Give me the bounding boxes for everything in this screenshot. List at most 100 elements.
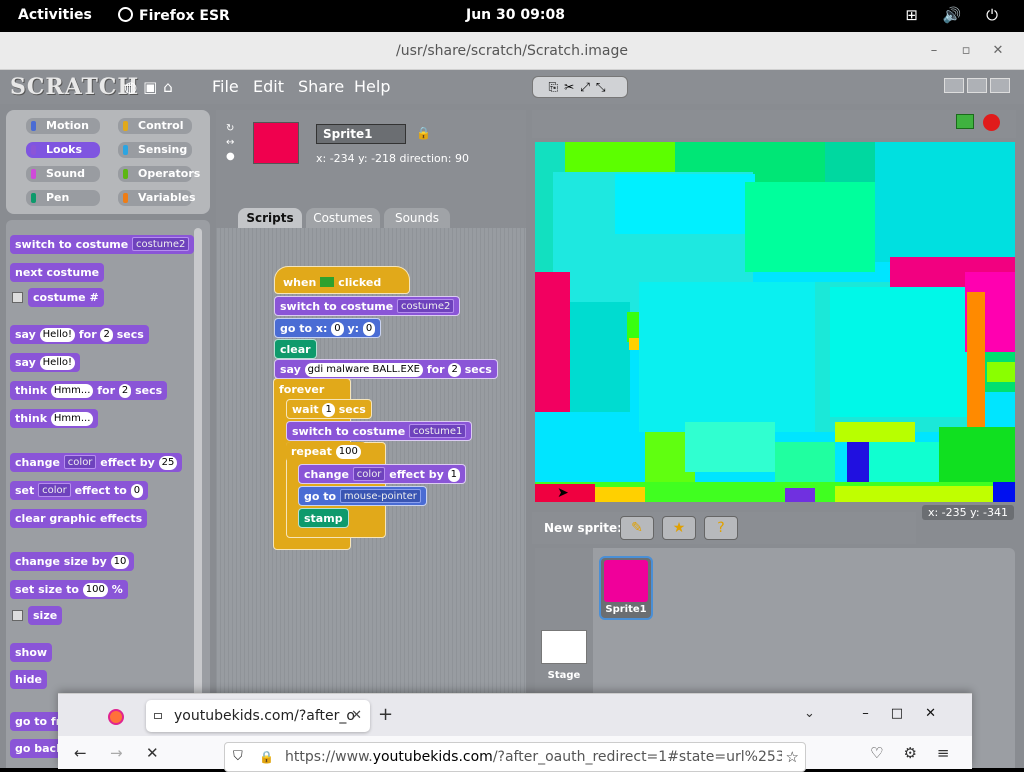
- duplicate-icon[interactable]: ⎘: [549, 80, 565, 94]
- switch-costume-block-2[interactable]: switch to costume costume1: [286, 421, 473, 441]
- save-icon[interactable]: ▣: [143, 78, 163, 96]
- say-for-block[interactable]: say gdi malware BALL.EXE for 2 secs: [274, 359, 498, 379]
- close-button[interactable]: ✕: [982, 32, 1014, 70]
- maximize-button[interactable]: ▫: [950, 32, 982, 70]
- category-sensing[interactable]: Sensing: [118, 142, 192, 158]
- number-slot[interactable]: 100: [335, 445, 361, 459]
- category-control[interactable]: Control: [118, 118, 192, 134]
- effect-dropdown[interactable]: color: [63, 455, 97, 469]
- wait-block[interactable]: wait 1 secs: [286, 399, 372, 419]
- tracking-shield-icon[interactable]: ⛉: [233, 743, 243, 771]
- random-sprite-button[interactable]: ?: [704, 516, 738, 540]
- category-looks[interactable]: Looks: [26, 142, 100, 158]
- browser-close-button[interactable]: ✕: [925, 706, 958, 721]
- block-say-for[interactable]: say Hello! for 2 secs: [10, 325, 149, 344]
- back-button[interactable]: ←: [74, 744, 87, 762]
- flip-icon[interactable]: ↔: [226, 136, 240, 150]
- category-operators[interactable]: Operators: [118, 166, 200, 182]
- lock-icon[interactable]: 🔒: [416, 126, 431, 140]
- text-slot[interactable]: Hello!: [39, 356, 76, 370]
- block-set-effect[interactable]: set color effect to 0: [10, 481, 149, 500]
- block-think[interactable]: think Hmm...: [10, 409, 99, 428]
- number-slot[interactable]: 2: [100, 328, 113, 342]
- text-slot[interactable]: Hmm...: [50, 412, 94, 426]
- number-slot[interactable]: 100: [82, 583, 108, 597]
- sprite-item[interactable]: Sprite1: [599, 556, 653, 620]
- grow-icon[interactable]: ⤢: [580, 80, 596, 94]
- stage-canvas[interactable]: [535, 142, 1015, 502]
- block-size[interactable]: size: [28, 606, 63, 625]
- globe-icon[interactable]: ◍: [124, 78, 143, 96]
- new-tab-button[interactable]: +: [378, 704, 393, 725]
- category-motion[interactable]: Motion: [26, 118, 100, 134]
- stop-button[interactable]: [983, 114, 1000, 131]
- pocket-icon[interactable]: ♡: [870, 744, 903, 762]
- text-slot[interactable]: gdi malware BALL.EXE: [304, 363, 423, 377]
- share-icon[interactable]: ⌂: [163, 78, 179, 96]
- block-switch-costume[interactable]: switch to costume costume2: [10, 235, 195, 254]
- stamp-block[interactable]: stamp: [298, 508, 349, 528]
- block-costume-number[interactable]: costume #: [28, 288, 104, 307]
- when-flag-clicked-block[interactable]: when clicked: [274, 266, 410, 294]
- palette-scrollbar[interactable]: [194, 228, 202, 768]
- choose-sprite-button[interactable]: ★: [662, 516, 696, 540]
- effect-dropdown[interactable]: color: [352, 467, 386, 481]
- block-hide[interactable]: hide: [10, 670, 47, 689]
- category-sound[interactable]: Sound: [26, 166, 100, 182]
- costume-dropdown[interactable]: costume2: [397, 299, 455, 313]
- lock-icon[interactable]: 🔒: [259, 743, 274, 771]
- green-flag-button[interactable]: [956, 114, 974, 129]
- tab-close-icon[interactable]: ✕: [351, 700, 362, 732]
- number-slot[interactable]: 1: [447, 468, 460, 482]
- menu-help[interactable]: Help: [354, 77, 390, 96]
- tab-sounds[interactable]: Sounds: [384, 208, 450, 228]
- tab-scripts[interactable]: Scripts: [238, 208, 302, 228]
- category-pen[interactable]: Pen: [26, 190, 100, 206]
- y-slot[interactable]: 0: [362, 322, 376, 336]
- change-effect-block[interactable]: change color effect by 1: [298, 464, 466, 484]
- script-area[interactable]: when clicked switch to costume costume2 g…: [216, 228, 526, 768]
- number-slot[interactable]: 10: [110, 555, 130, 569]
- small-stage-button[interactable]: [944, 78, 964, 93]
- costume-dropdown[interactable]: costume2: [132, 237, 190, 251]
- forward-button[interactable]: →: [110, 744, 123, 762]
- extensions-icon[interactable]: ⚙: [903, 744, 936, 762]
- clear-block[interactable]: clear: [274, 339, 317, 359]
- category-variables[interactable]: Variables: [118, 190, 196, 206]
- switch-costume-block[interactable]: switch to costume costume2: [274, 296, 461, 316]
- costume-number-checkbox[interactable]: [12, 292, 23, 303]
- go-to-block[interactable]: go to mouse-pointer: [298, 486, 427, 506]
- minimize-button[interactable]: –: [918, 32, 950, 70]
- tab-costumes[interactable]: Costumes: [306, 208, 380, 228]
- bookmark-star-icon[interactable]: ☆: [781, 743, 799, 771]
- clock[interactable]: Jun 30 09:08: [466, 7, 565, 23]
- browser-minimize-button[interactable]: –: [862, 706, 891, 721]
- x-slot[interactable]: 0: [331, 322, 344, 336]
- menu-icon[interactable]: ≡: [937, 744, 970, 762]
- app-menu[interactable]: Firefox ESR: [118, 7, 230, 24]
- block-show[interactable]: show: [10, 643, 53, 662]
- sprite-name-field[interactable]: Sprite1: [316, 124, 406, 144]
- costume-dropdown[interactable]: costume1: [409, 424, 467, 438]
- block-next-costume[interactable]: next costume: [10, 263, 105, 282]
- block-change-size[interactable]: change size by 10: [10, 552, 135, 571]
- normal-stage-button[interactable]: [967, 78, 987, 93]
- no-rotate-icon[interactable]: ●: [226, 150, 240, 164]
- size-checkbox[interactable]: [12, 610, 23, 621]
- block-clear-effects[interactable]: clear graphic effects: [10, 509, 148, 528]
- number-slot[interactable]: 2: [448, 363, 461, 377]
- activities-button[interactable]: Activities: [18, 7, 92, 23]
- text-slot[interactable]: Hello!: [39, 328, 76, 342]
- stage-thumbnail[interactable]: [541, 630, 587, 664]
- number-slot[interactable]: 2: [118, 384, 132, 398]
- delete-icon[interactable]: ✂: [564, 80, 580, 94]
- block-think-for[interactable]: think Hmm... for 2 secs: [10, 381, 168, 400]
- target-dropdown[interactable]: mouse-pointer: [339, 489, 421, 503]
- effect-dropdown[interactable]: color: [38, 483, 71, 497]
- paint-sprite-button[interactable]: ✎: [620, 516, 654, 540]
- number-slot[interactable]: 0: [130, 484, 144, 498]
- menu-share[interactable]: Share: [298, 77, 344, 96]
- number-slot[interactable]: 25: [158, 456, 178, 470]
- tab-list-button[interactable]: ⌄: [804, 706, 815, 721]
- stop-loading-button[interactable]: ✕: [146, 744, 159, 762]
